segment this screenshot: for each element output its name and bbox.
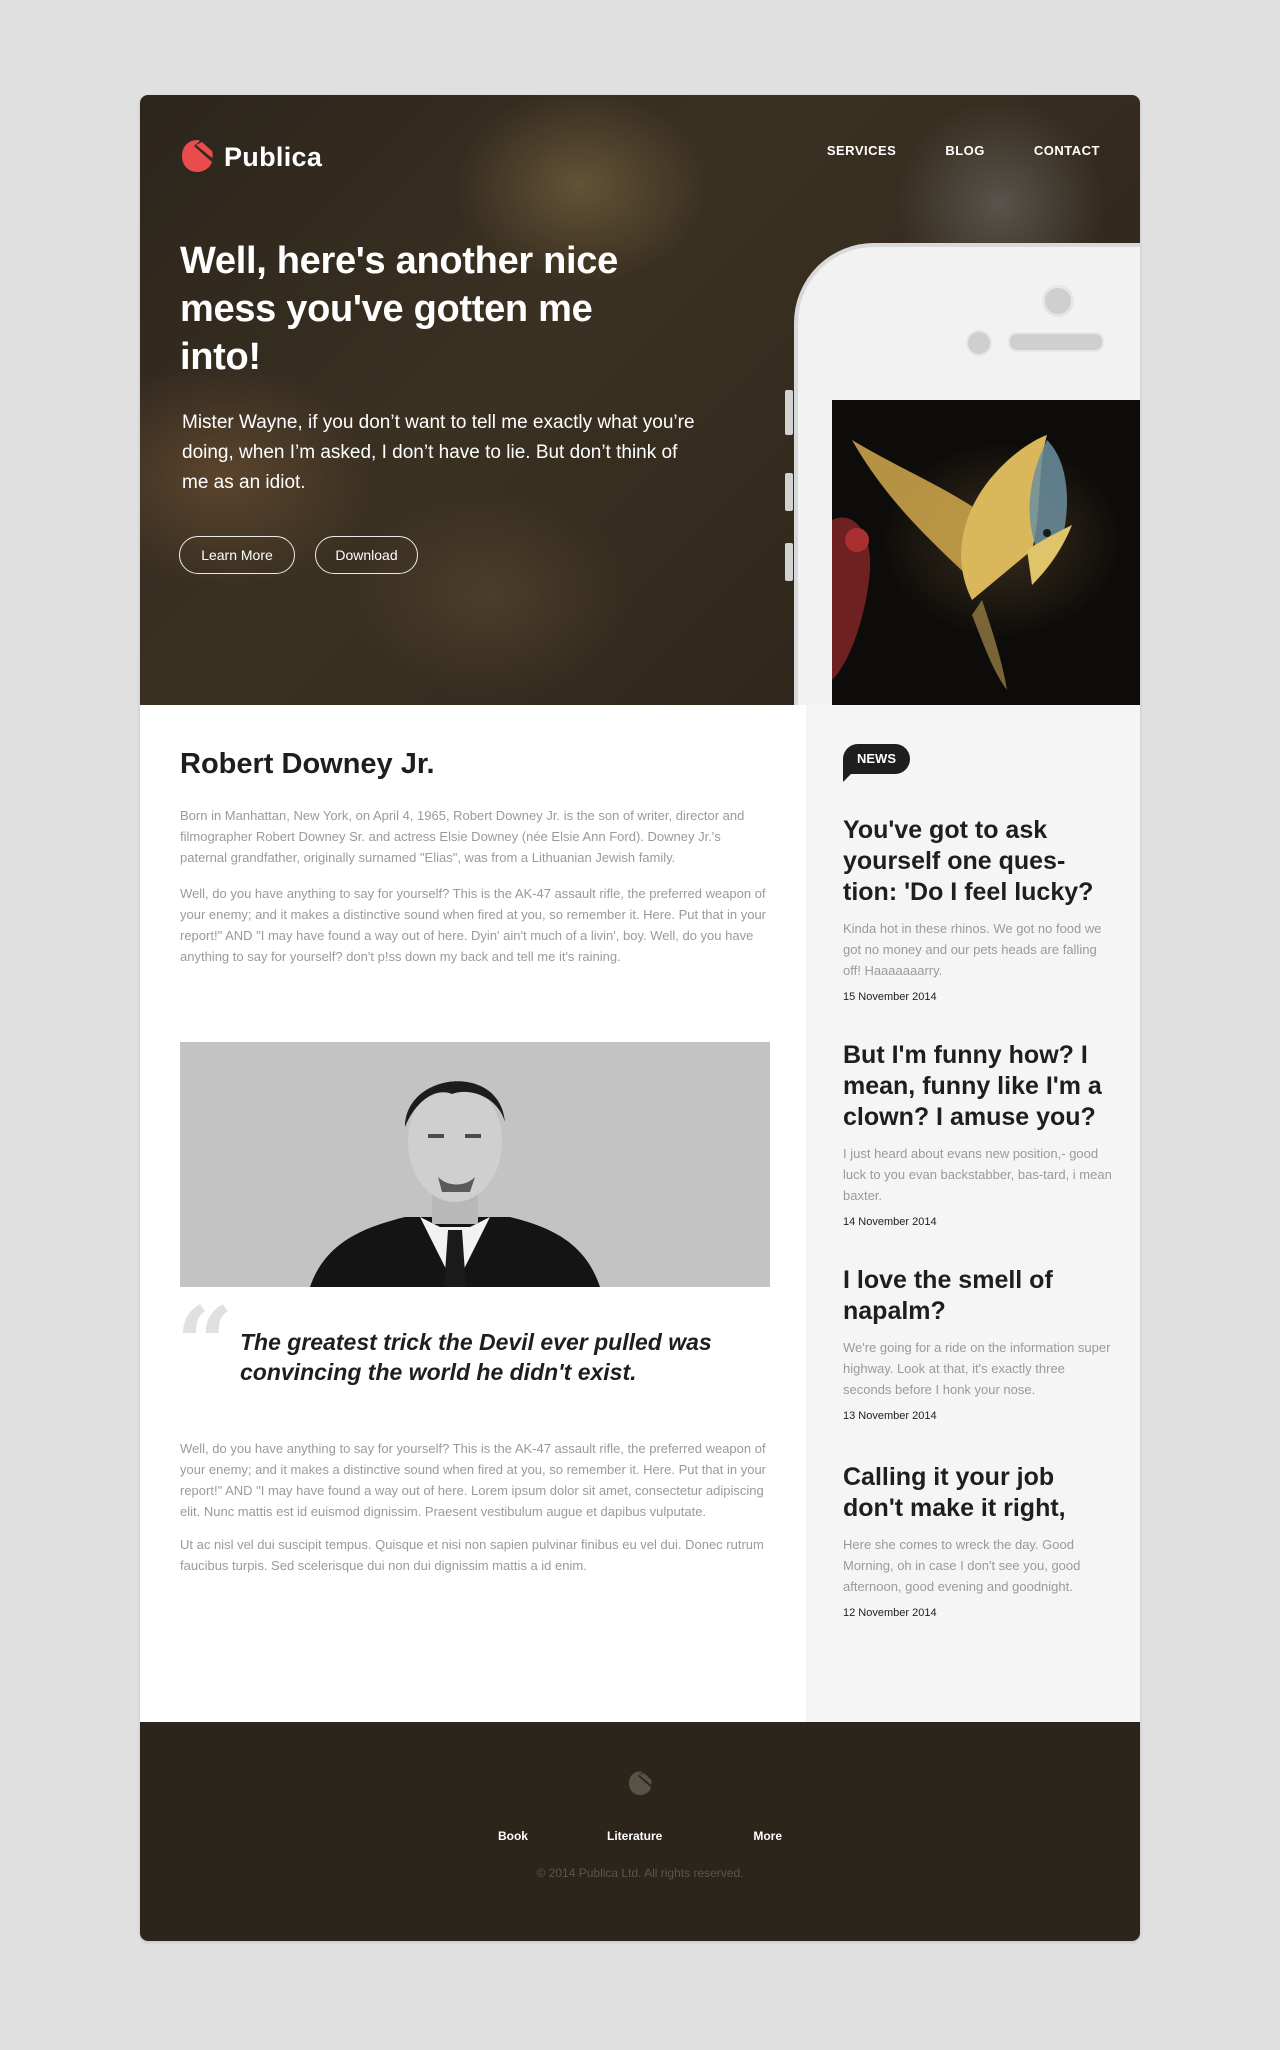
nav-contact[interactable]: CONTACT xyxy=(1034,143,1100,158)
phone-side-button xyxy=(785,390,793,435)
parrot-illustration xyxy=(832,435,1072,690)
phone-side-button xyxy=(785,543,793,581)
article-paragraph: Well, do you have anything to say for yo… xyxy=(180,886,767,964)
logo[interactable]: Publica xyxy=(180,138,322,176)
news-item[interactable]: Calling it your job don't make it right,… xyxy=(843,1462,1113,1619)
portrait-illustration xyxy=(310,1081,600,1287)
brand-name: Publica xyxy=(224,141,323,172)
top-nav: SERVICES BLOG CONTACT xyxy=(827,143,1100,158)
footer-link-literature[interactable]: Literature xyxy=(607,1829,662,1843)
footer-nav: Book Literature More xyxy=(140,1829,1140,1843)
footer-link-more[interactable]: More xyxy=(753,1829,782,1843)
news-date: 14 November 2014 xyxy=(843,1216,937,1228)
parrot-image xyxy=(832,400,1140,705)
pull-quote: The greatest trick the Devil ever pulled… xyxy=(240,1329,712,1385)
nav-services[interactable]: SERVICES xyxy=(827,143,897,158)
news-item[interactable]: I love the smell of napalm? We're going … xyxy=(843,1265,1113,1422)
news-date: 13 November 2014 xyxy=(843,1410,937,1422)
phone-sensor xyxy=(966,330,992,356)
hero-subtitle: Mister Wayne, if you don’t want to tell … xyxy=(182,412,695,493)
article-paragraph: Born in Manhattan, New York, on April 4,… xyxy=(180,808,745,865)
nav-blog[interactable]: BLOG xyxy=(945,143,985,158)
news-excerpt: We're going for a ride on the informatio… xyxy=(843,1340,1111,1397)
phone-speaker xyxy=(1008,332,1104,352)
news-item[interactable]: But I'm funny how? I mean, funny like I'… xyxy=(843,1040,1113,1228)
download-button[interactable]: Download xyxy=(315,536,418,574)
quote-mark-icon: “ xyxy=(176,1285,234,1403)
news-title[interactable]: I love the smell of napalm? xyxy=(843,1265,1113,1327)
footer-link-book[interactable]: Book xyxy=(498,1829,528,1843)
article-paragraph: Ut ac nisl vel dui suscipit tempus. Quis… xyxy=(180,1537,764,1573)
news-date: 15 November 2014 xyxy=(843,991,937,1003)
article-title: Robert Downey Jr. xyxy=(180,748,435,780)
footer: Book Literature More © 2014 Publica Ltd.… xyxy=(140,1722,1140,1941)
page-card: Publica SERVICES BLOG CONTACT Well, here… xyxy=(140,95,1140,1941)
news-excerpt: Here she comes to wreck the day. Good Mo… xyxy=(843,1537,1081,1594)
article-paragraph: Well, do you have anything to say for yo… xyxy=(180,1441,767,1519)
learn-more-button[interactable]: Learn More xyxy=(179,536,295,574)
news-title[interactable]: But I'm funny how? I mean, funny like I'… xyxy=(843,1040,1113,1133)
phone-camera xyxy=(1042,285,1074,317)
portrait-image xyxy=(180,1042,770,1287)
hero-section: Publica SERVICES BLOG CONTACT Well, here… xyxy=(140,95,1140,705)
phone-side-button xyxy=(785,473,793,511)
news-item[interactable]: You've got to ask yourself one ques-tion… xyxy=(843,815,1113,1003)
news-excerpt: Kinda hot in these rhinos. We got no foo… xyxy=(843,921,1102,978)
news-title[interactable]: Calling it your job don't make it right, xyxy=(843,1462,1113,1524)
news-title[interactable]: You've got to ask yourself one ques-tion… xyxy=(843,815,1113,908)
news-badge: NEWS xyxy=(843,744,910,782)
news-excerpt: I just heard about evans new position,- … xyxy=(843,1146,1112,1203)
news-sidebar: NEWS You've got to ask yourself one ques… xyxy=(806,705,1140,1722)
hero-title: Well, here's another nice mess you've go… xyxy=(180,240,618,378)
copyright: © 2014 Publica Ltd. All rights reserved. xyxy=(536,1866,744,1880)
footer-logo-icon xyxy=(628,1771,652,1796)
publica-logo-icon xyxy=(182,140,213,172)
news-date: 12 November 2014 xyxy=(843,1607,937,1619)
